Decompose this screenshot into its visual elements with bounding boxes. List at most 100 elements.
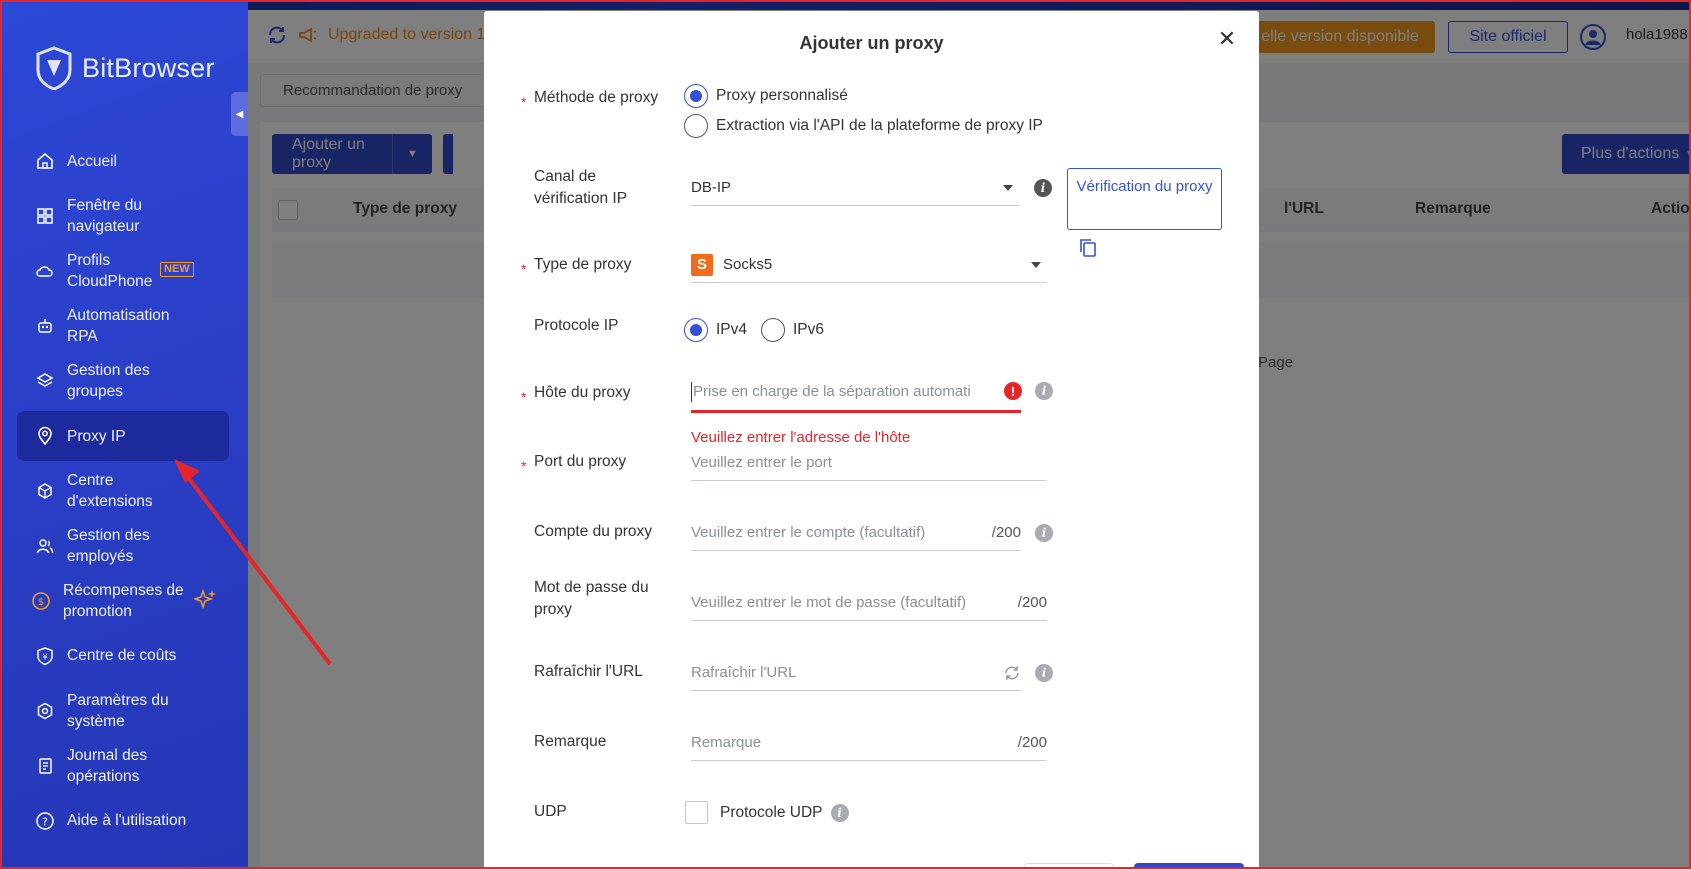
shield-yen-icon: ¥: [35, 646, 55, 666]
udp-checkbox[interactable]: [685, 801, 708, 824]
dialog-title: Ajouter un proxy: [799, 33, 944, 53]
refresh-icon[interactable]: [1003, 664, 1021, 682]
sidebar-item-label: Gestion des groupes: [67, 362, 150, 400]
verify-proxy-button[interactable]: Vérification du proxy: [1067, 168, 1222, 230]
host-label: Hôte du proxy: [534, 384, 631, 401]
bitbrowser-logo-icon: [36, 46, 72, 90]
coin-icon: $: [31, 591, 51, 611]
port-placeholder: Veuillez entrer le port: [691, 454, 832, 471]
method-option-custom[interactable]: Proxy personnalisé: [684, 84, 848, 108]
info-icon[interactable]: i: [1034, 179, 1052, 197]
sidebar-item-groupes[interactable]: Gestion des groupes: [17, 360, 187, 402]
radio-button[interactable]: [684, 318, 708, 342]
checkbox-label: Protocole UDP: [720, 803, 823, 821]
account-label: Compte du proxy: [534, 523, 653, 540]
sidebar-item-parametres[interactable]: Paramètres du système: [17, 690, 187, 732]
udp-checkbox-option[interactable]: Protocole UDP i: [685, 801, 849, 824]
grid-icon: [35, 206, 55, 226]
sidebar-item-label: Aide à l'utilisation: [67, 812, 187, 829]
robot-icon: [35, 316, 55, 336]
proxy-port-input[interactable]: Veuillez entrer le port: [691, 445, 1047, 481]
account-placeholder: Veuillez entrer le compte (facultatif): [691, 524, 926, 541]
radio-label: Extraction via l'API de la plateforme de…: [716, 117, 1043, 134]
svg-text:?: ?: [42, 815, 48, 828]
sidebar-item-recompenses[interactable]: $ Récompenses de promotion: [17, 580, 187, 622]
cube-icon: [35, 481, 55, 501]
sidebar-item-label: Automatisation RPA: [67, 307, 170, 345]
remark-input[interactable]: Remarque /200: [691, 725, 1047, 761]
method-option-api[interactable]: Extraction via l'API de la plateforme de…: [684, 114, 1043, 138]
info-icon[interactable]: i: [1035, 664, 1053, 682]
canal-select[interactable]: DB-IP: [691, 170, 1019, 206]
chevron-down-icon: [1003, 185, 1013, 191]
sidebar-item-fenetre[interactable]: Fenêtre du navigateur: [17, 195, 167, 237]
radio-button[interactable]: [684, 84, 708, 108]
sidebar-item-accueil[interactable]: Accueil: [17, 150, 229, 172]
text-cursor: [691, 381, 692, 402]
protocol-option-ipv6[interactable]: IPv6: [761, 318, 824, 342]
proxy-password-input[interactable]: Veuillez entrer le mot de passe (faculta…: [691, 585, 1047, 621]
sidebar-item-label: Accueil: [67, 152, 117, 170]
socks-badge-icon: S: [691, 253, 713, 276]
radio-button[interactable]: [761, 318, 785, 342]
password-placeholder: Veuillez entrer le mot de passe (faculta…: [691, 594, 967, 611]
caret-left-icon: ◀: [235, 108, 244, 120]
proxy-type-select[interactable]: S Socks5: [691, 247, 1047, 283]
protocol-option-ipv4[interactable]: IPv4: [684, 318, 747, 342]
sidebar-item-label: Profils CloudPhone: [67, 252, 153, 290]
method-label: Méthode de proxy: [534, 89, 659, 106]
password-label: Mot de passe du proxy: [534, 579, 649, 618]
remark-placeholder: Remarque: [691, 734, 762, 751]
new-badge: NEW: [160, 262, 194, 277]
close-icon[interactable]: ✕: [1217, 28, 1237, 50]
sidebar-item-label: Centre d'extensions: [67, 472, 153, 510]
sidebar-item-employes[interactable]: Gestion des employés: [17, 525, 187, 567]
sidebar-item-label: Proxy IP: [67, 427, 126, 445]
refresh-url-input[interactable]: Rafraîchir l'URL: [691, 655, 1021, 691]
sidebar-item-extensions[interactable]: Centre d'extensions: [17, 470, 187, 512]
info-icon[interactable]: i: [1035, 382, 1053, 400]
sidebar-item-aide[interactable]: ? Aide à l'utilisation: [17, 810, 227, 831]
svg-text:$: $: [38, 597, 44, 608]
sidebar: BitBrowser Accueil Fenêtre du navigateur…: [0, 0, 248, 869]
sidebar-item-journal[interactable]: Journal des opérations: [17, 745, 187, 787]
char-counter: /200: [991, 524, 1021, 541]
sidebar-item-cloudphone[interactable]: Profils CloudPhone: [17, 250, 167, 292]
sidebar-item-proxy-ip[interactable]: Proxy IP: [17, 411, 229, 461]
info-icon[interactable]: i: [1035, 524, 1053, 542]
port-label: Port du proxy: [534, 453, 627, 470]
info-icon[interactable]: i: [830, 803, 849, 822]
confirm-button[interactable]: [1134, 863, 1244, 869]
radio-label: IPv4: [716, 321, 748, 338]
char-counter: /200: [1017, 594, 1047, 611]
sidebar-item-couts[interactable]: ¥ Centre de coûts: [17, 645, 217, 666]
proxy-account-input[interactable]: Veuillez entrer le compte (facultatif) /…: [691, 515, 1021, 551]
proxy-host-input[interactable]: Prise en charge de la séparation automat…: [691, 373, 1021, 413]
sidebar-item-rpa[interactable]: Automatisation RPA: [17, 305, 187, 347]
copy-icon[interactable]: [1078, 237, 1098, 259]
refresh-url-placeholder: Rafraîchir l'URL: [691, 664, 797, 681]
home-icon: [35, 151, 55, 171]
sparkle-icon: [194, 588, 216, 610]
cloud-icon: [35, 261, 55, 281]
radio-button[interactable]: [684, 114, 708, 138]
svg-text:¥: ¥: [42, 652, 47, 661]
add-proxy-dialog: Ajouter un proxy ✕ * Méthode de proxy Pr…: [484, 11, 1259, 869]
app-logo: BitBrowser: [34, 46, 215, 90]
verify-proxy-label: Vérification du proxy: [1076, 178, 1213, 195]
type-label: Type de proxy: [534, 256, 632, 273]
proxy-type-value: Socks5: [723, 256, 773, 273]
sidebar-item-label: Paramètres du système: [67, 692, 169, 730]
log-icon: [35, 756, 55, 776]
canal-value: DB-IP: [691, 179, 732, 196]
host-error-message: Veuillez entrer l'adresse de l'hôte: [691, 429, 911, 446]
cancel-button[interactable]: [1024, 863, 1114, 869]
location-pin-icon: [35, 426, 55, 446]
sidebar-item-label: Récompenses de promotion: [63, 582, 184, 620]
radio-label: Proxy personnalisé: [716, 87, 848, 104]
radio-label: IPv6: [793, 321, 825, 338]
sidebar-item-label: Journal des opérations: [67, 747, 148, 785]
sidebar-item-label: Fenêtre du navigateur: [67, 197, 142, 235]
sidebar-collapse-toggle[interactable]: ◀: [231, 92, 248, 136]
help-icon: ?: [35, 811, 55, 831]
